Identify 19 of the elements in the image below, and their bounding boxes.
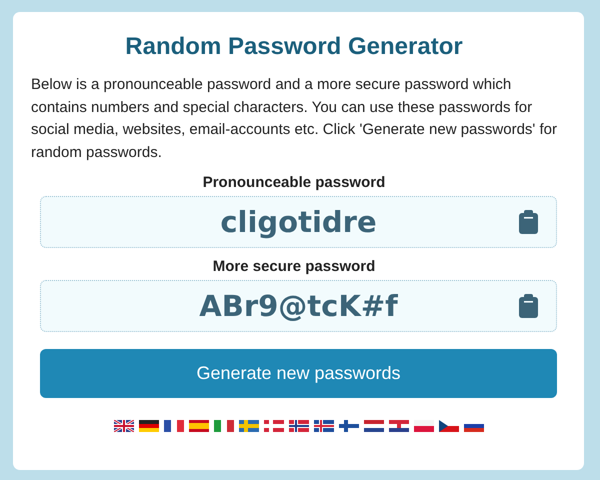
flag-icon[interactable] <box>288 420 308 432</box>
flag-icon[interactable] <box>364 420 384 432</box>
generate-button[interactable]: Generate new passwords <box>40 349 557 398</box>
password-field[interactable]: cligotidre <box>40 196 557 248</box>
flag-icon[interactable] <box>138 420 158 432</box>
intro-text: Below is a pronounceable password and a more secure password which contains numbers and special characters. You can use these passwords for social media, websites, email-accounts etc. Click 'Generate new passwords' for random passwords. <box>31 75 557 162</box>
password-label: Pronounceable password <box>202 174 386 192</box>
flag-icon[interactable] <box>388 420 408 432</box>
flag-icon[interactable] <box>188 420 208 432</box>
password-field[interactable]: ABr9@tcK#f <box>40 280 557 332</box>
page-title: Random Password Generator <box>124 32 464 62</box>
flag-icon[interactable] <box>314 420 334 432</box>
clipboard-icon[interactable] <box>519 294 538 318</box>
flag-icon[interactable] <box>438 420 458 432</box>
flag-icon[interactable] <box>114 420 134 432</box>
flag-icon[interactable] <box>164 420 184 432</box>
flag-icon[interactable] <box>338 420 358 432</box>
password-label: More secure password <box>212 258 376 276</box>
clipboard-icon[interactable] <box>519 210 538 234</box>
